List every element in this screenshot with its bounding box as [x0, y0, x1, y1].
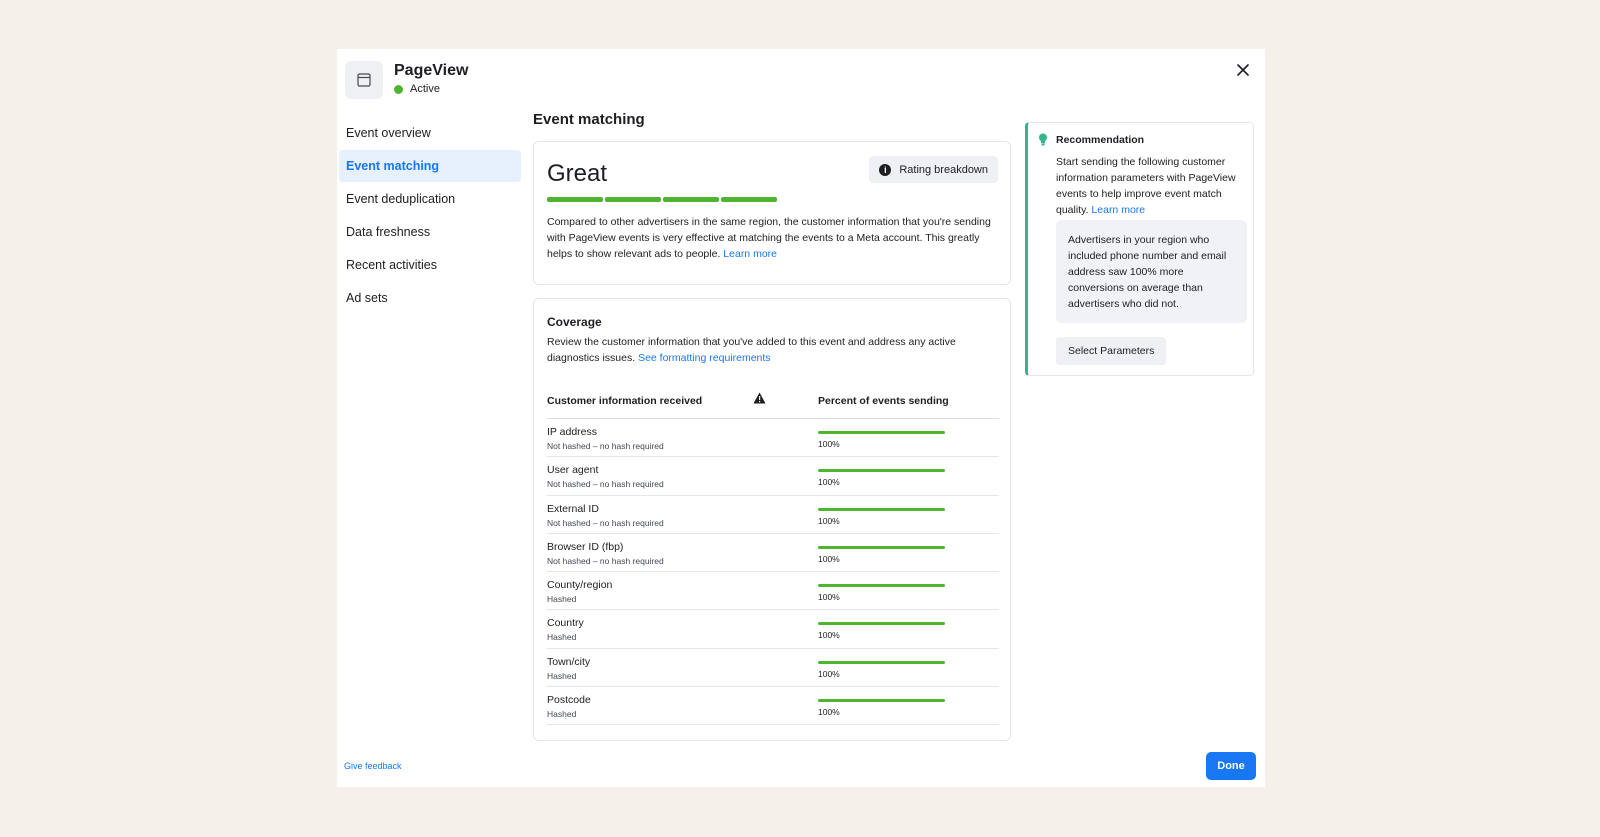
percent-bar	[818, 507, 945, 511]
percent-bar	[818, 660, 945, 664]
quality-segment	[663, 197, 719, 202]
param-hash-status: Hashed	[547, 594, 577, 605]
rating-breakdown-label: Rating breakdown	[899, 163, 988, 176]
param-hash-status: Not hashed – no hash required	[547, 555, 664, 566]
percent-value: 100%	[818, 439, 840, 449]
rating-breakdown-button[interactable]: i Rating breakdown	[869, 156, 998, 183]
percent-bar-fill	[818, 469, 945, 473]
quality-segment	[605, 197, 661, 202]
table-row: External ID Not hashed – no hash required…	[547, 496, 999, 534]
param-hash-status: Hashed	[547, 709, 577, 720]
table-row: Country Hashed 100%	[547, 610, 999, 649]
param-name: Town/city	[547, 655, 591, 668]
recommendation-insight-box: Advertisers in your region who included …	[1056, 220, 1247, 323]
percent-bar	[818, 545, 945, 549]
give-feedback-link[interactable]: Give feedback	[344, 761, 402, 771]
table-row: Postcode Hashed 100%	[547, 687, 999, 726]
param-name: County/region	[547, 579, 613, 592]
table-row: County/region Hashed 100%	[547, 572, 999, 611]
percent-bar-fill	[818, 699, 945, 703]
param-hash-status: Hashed	[547, 632, 577, 643]
param-name: Postcode	[547, 694, 591, 707]
match-score-label: Great	[547, 160, 608, 187]
event-icon	[345, 61, 383, 99]
event-status: Active	[394, 83, 440, 95]
percent-bar-fill	[818, 545, 945, 549]
column-header-customer-info: Customer information received	[547, 395, 703, 407]
percent-value: 100%	[818, 515, 840, 526]
lightbulb-icon	[1038, 133, 1048, 151]
param-name: Browser ID (fbp)	[547, 540, 624, 553]
param-hash-status: Not hashed – no hash required	[547, 479, 664, 490]
recommendation-text: Start sending the following customer inf…	[1056, 156, 1236, 216]
param-name: Country	[547, 617, 584, 630]
sidebar-item-data-freshness[interactable]: Data freshness	[339, 216, 521, 248]
coverage-description: Review the customer information that you…	[547, 334, 987, 366]
sidebar-item-event-overview[interactable]: Event overview	[339, 117, 521, 149]
warning-icon[interactable]	[753, 392, 766, 407]
quality-segment	[721, 197, 777, 202]
sidebar-item-recent-activities[interactable]: Recent activities	[339, 249, 521, 281]
close-icon	[1237, 64, 1249, 76]
percent-value: 100%	[818, 668, 840, 679]
percent-bar	[818, 699, 945, 703]
percent-value: 100%	[818, 477, 840, 488]
percent-bar	[818, 622, 945, 626]
recommendation-panel: Recommendation Start sending the followi…	[1025, 122, 1254, 376]
coverage-rows: IP address Not hashed – no hash required 1…	[547, 419, 999, 726]
percent-bar	[818, 469, 945, 473]
percent-bar-fill	[818, 660, 945, 664]
done-button[interactable]: Done	[1206, 752, 1256, 780]
match-quality-bar	[547, 197, 779, 202]
info-icon: i	[879, 163, 892, 176]
event-details-dialog: PageView Active Event overview Event mat…	[337, 49, 1265, 787]
recommendation-description: Start sending the following customer inf…	[1056, 154, 1248, 218]
coverage-card: Coverage Review the customer information…	[533, 298, 1011, 741]
param-hash-status: Hashed	[547, 670, 577, 681]
coverage-table-header: Customer information received Percent of…	[547, 391, 999, 419]
sidebar-nav: Event overview Event matching Event dedu…	[339, 117, 521, 315]
param-hash-status: Not hashed – no hash required	[547, 517, 664, 528]
param-name: External ID	[547, 502, 599, 515]
match-score-description: Compared to other advertisers in the sam…	[547, 214, 997, 262]
status-dot-icon	[394, 84, 403, 94]
sidebar-item-event-deduplication[interactable]: Event deduplication	[339, 183, 521, 215]
coverage-title: Coverage	[547, 315, 602, 329]
recommendation-title: Recommendation	[1056, 134, 1145, 146]
quality-segment	[547, 197, 603, 202]
recommendation-learn-more-link[interactable]: Learn more	[1091, 204, 1145, 216]
section-title: Event matching	[533, 111, 645, 128]
percent-bar	[818, 431, 945, 434]
sidebar-item-event-matching[interactable]: Event matching	[339, 150, 521, 182]
select-parameters-button[interactable]: Select Parameters	[1056, 337, 1167, 365]
column-header-percent: Percent of events sending	[818, 395, 949, 407]
table-row: Browser ID (fbp) Not hashed – no hash req…	[547, 534, 999, 573]
percent-bar-fill	[818, 431, 945, 434]
percent-value: 100%	[818, 553, 840, 564]
param-hash-status: Not hashed – no hash required	[547, 441, 664, 451]
status-label: Active	[410, 83, 440, 95]
percent-value: 100%	[818, 630, 840, 641]
table-row: Town/city Hashed 100%	[547, 649, 999, 688]
table-row: User agent Not hashed – no hash required 1…	[547, 457, 999, 496]
percent-value: 100%	[818, 592, 840, 603]
param-name: IP address	[547, 426, 598, 438]
match-score-card: Great i Rating breakdown Compared to oth…	[533, 141, 1011, 285]
formatting-requirements-link[interactable]: See formatting requirements	[638, 352, 770, 364]
percent-bar-fill	[818, 507, 945, 511]
table-row: IP address Not hashed – no hash required 1…	[547, 419, 999, 458]
param-name: User agent	[547, 464, 599, 477]
percent-bar-fill	[818, 584, 945, 588]
sidebar-item-ad-sets[interactable]: Ad sets	[339, 282, 521, 314]
percent-bar-fill	[818, 622, 945, 626]
event-title: PageView	[394, 62, 469, 79]
percent-bar	[818, 584, 945, 588]
score-learn-more-link[interactable]: Learn more	[723, 248, 777, 260]
percent-value: 100%	[818, 707, 840, 718]
close-button[interactable]	[1233, 60, 1253, 80]
